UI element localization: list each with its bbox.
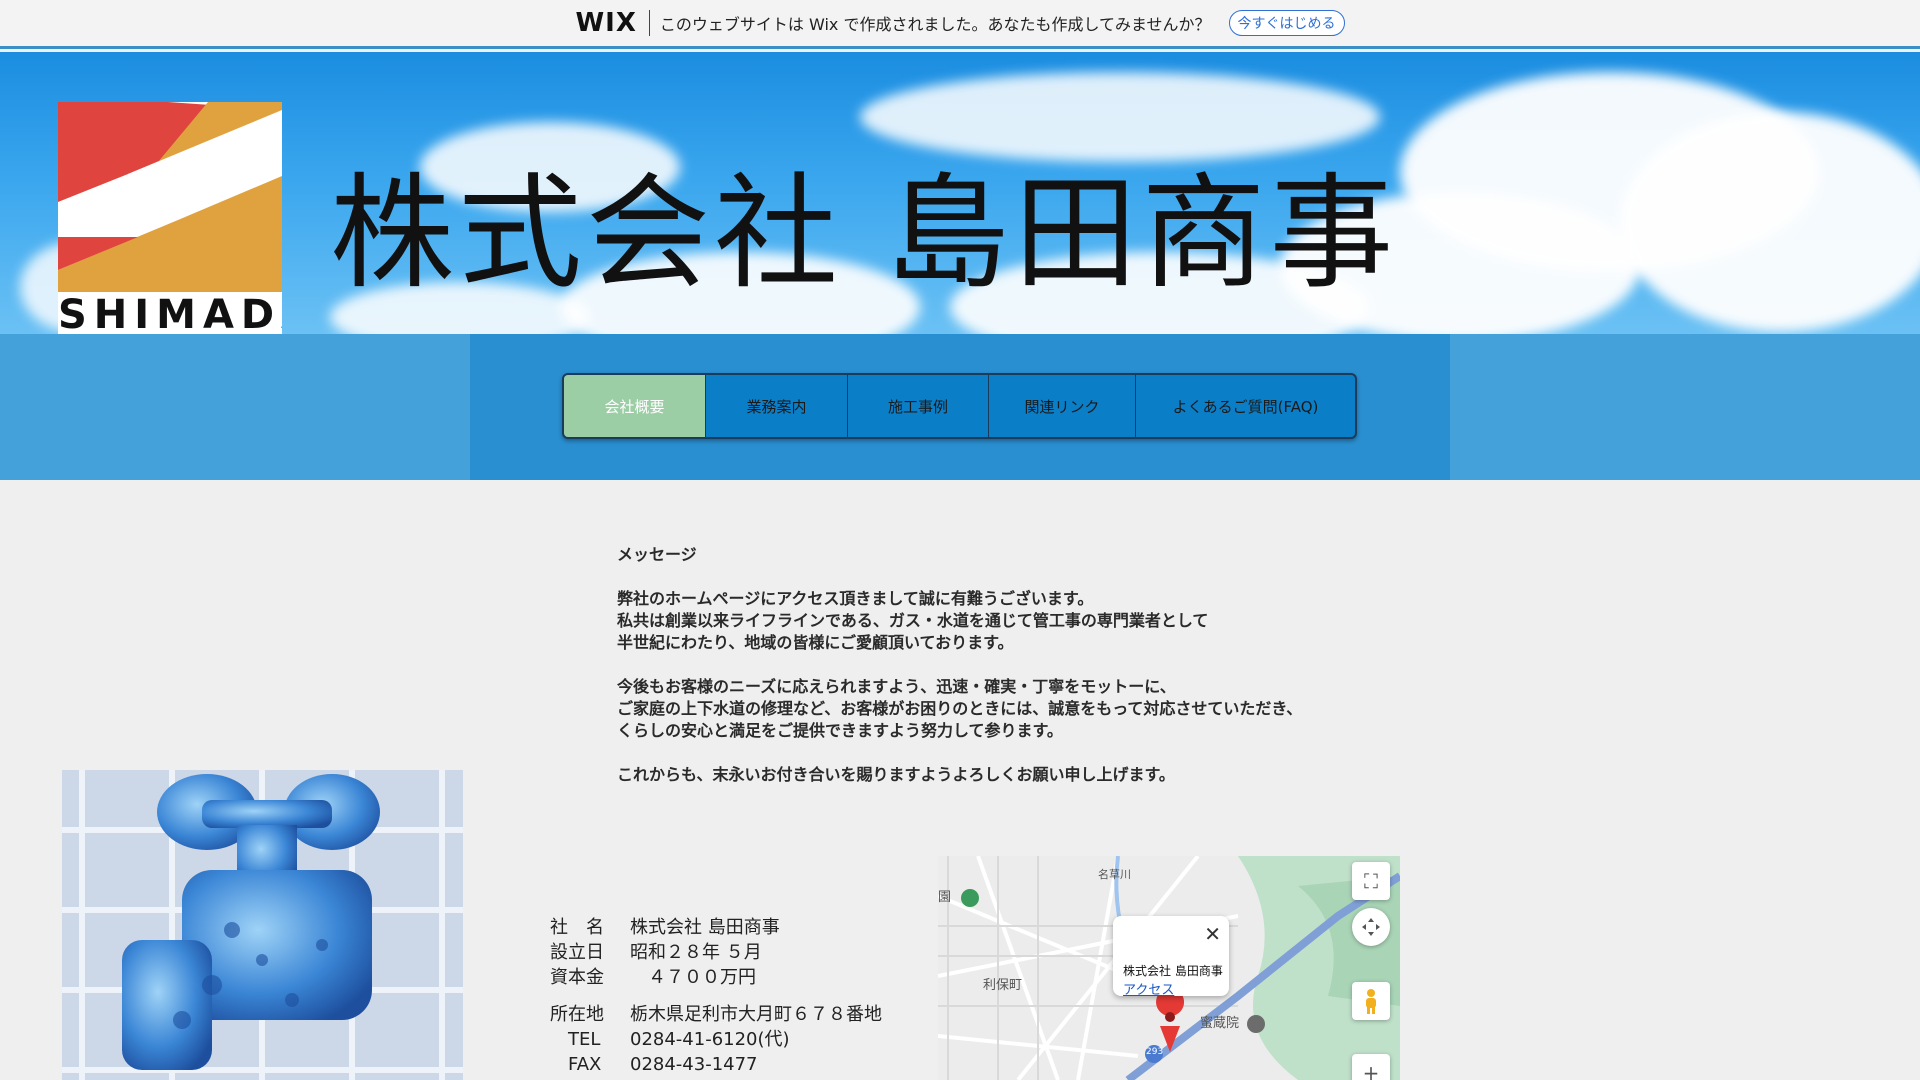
map-info-popup: ✕ 株式会社 島田商事 アクセス — [1113, 916, 1229, 998]
message-section: メッセージ 弊社のホームページにアクセス頂きまして誠に有難うございます。 私共は… — [617, 544, 1337, 786]
info-label: TEL — [550, 1029, 601, 1050]
wix-banner: WIX このウェブサイトは Wix で作成されました。あなたも作成してみませんか… — [0, 0, 1920, 49]
wix-start-button[interactable]: 今すぐはじめる — [1228, 10, 1345, 36]
map-camera-control-icon[interactable] — [1352, 908, 1390, 946]
info-label: 社 名 — [550, 917, 604, 938]
header-banner: SHIMADA 株式会社 島田商事 — [0, 52, 1920, 334]
info-value: 昭和２８年 ５月 — [630, 942, 762, 963]
nav-item-services[interactable]: 業務案内 — [706, 375, 848, 437]
info-label: 所在地 — [550, 1004, 604, 1025]
message-line: 半世紀にわたり、地域の皆様にご愛顧頂いております。 — [617, 633, 1014, 652]
nav-band-right — [1450, 334, 1920, 480]
info-label: 設立日 — [550, 942, 604, 963]
info-value: 0284-43-1477 — [630, 1054, 758, 1075]
info-value: 栃木県足利市大月町６７８番地 — [630, 1004, 882, 1025]
fullscreen-icon[interactable]: ⛶ — [1352, 862, 1390, 900]
street-view-pegman-icon[interactable] — [1352, 982, 1390, 1020]
map-place-name: 株式会社 島田商事 — [1123, 964, 1223, 978]
info-row-address: 所在地 栃木県足利市大月町６７８番地 — [550, 1002, 882, 1027]
shimada-logo[interactable]: SHIMADA — [58, 102, 282, 334]
info-row-name: 社 名 株式会社 島田商事 — [550, 915, 882, 940]
main-nav: 会社概要 業務案内 施工事例 関連リンク よくあるご質問(FAQ) — [562, 373, 1357, 439]
message-line: くらしの安心と満足をご提供できますよう努力して参ります。 — [617, 721, 1063, 740]
zoom-in-button[interactable]: + — [1352, 1054, 1390, 1080]
map-label-temple: 蜜蔵院 — [1200, 1016, 1240, 1031]
nav-item-company-overview[interactable]: 会社概要 — [564, 375, 706, 437]
info-row-capital: 資本金 ４７００万円 — [550, 965, 882, 990]
close-icon[interactable]: ✕ — [1204, 922, 1221, 946]
message-title: メッセージ — [617, 545, 697, 564]
company-title: 株式会社 島田商事 — [330, 162, 1398, 306]
logo-text: SHIMADA — [58, 292, 282, 334]
google-map[interactable]: 園 利保町 蜜蔵院 名草川 293 ✕ 株式会社 島田商事 アクセス ⛶ + — [938, 856, 1400, 1080]
water-faucet-icon — [62, 770, 463, 1080]
info-row-established: 設立日 昭和２８年 ５月 — [550, 940, 882, 965]
info-value: ４７００万円 — [630, 967, 756, 988]
map-label-town: 利保町 — [983, 978, 1023, 993]
message-line: 弊社のホームページにアクセス頂きまして誠に有難うございます。 — [617, 589, 1094, 608]
info-value: 株式会社 島田商事 — [630, 917, 780, 938]
wix-divider — [648, 10, 650, 36]
faucet-image — [62, 770, 463, 1080]
info-value[interactable]: 0284-41-6120(代) — [630, 1027, 790, 1052]
info-label: FAX — [550, 1054, 602, 1075]
map-label-park: 園 — [938, 890, 952, 905]
message-line: 私共は創業以来ライフラインである、ガス・水道を通じて管工事の専門業者として — [617, 611, 1209, 630]
info-row-tel: TEL 0284-41-6120(代) — [550, 1027, 882, 1052]
nav-band-left — [0, 334, 470, 480]
nav-item-related-links[interactable]: 関連リンク — [989, 375, 1136, 437]
info-row-fax: FAX 0284-43-1477 — [550, 1052, 882, 1077]
wix-banner-text: このウェブサイトは Wix で作成されました。あなたも作成してみませんか？ — [659, 15, 1211, 34]
wix-logo[interactable]: WIX — [575, 8, 636, 38]
message-line: 今後もお客様のニーズに応えられますよう、迅速・確実・丁寧をモットーに、 — [617, 677, 1176, 696]
shimada-s-mark-icon — [58, 102, 282, 292]
company-info: 社 名 株式会社 島田商事 設立日 昭和２８年 ５月 資本金 ４７００万円 所在… — [550, 915, 882, 1077]
map-label-road: 293 — [1146, 1047, 1164, 1057]
map-access-link[interactable]: アクセス — [1123, 979, 1229, 998]
message-line: ご家庭の上下水道の修理など、お客様がお困りのときには、誠意をもって対応させていた… — [617, 699, 1303, 718]
message-line: これからも、末永いお付き合いを賜りますようよろしくお願い申し上げます。 — [617, 765, 1175, 784]
map-label-river: 名草川 — [1098, 868, 1131, 881]
nav-item-faq[interactable]: よくあるご質問(FAQ) — [1136, 375, 1355, 437]
info-label: 資本金 — [550, 967, 604, 988]
nav-item-case-studies[interactable]: 施工事例 — [848, 375, 989, 437]
